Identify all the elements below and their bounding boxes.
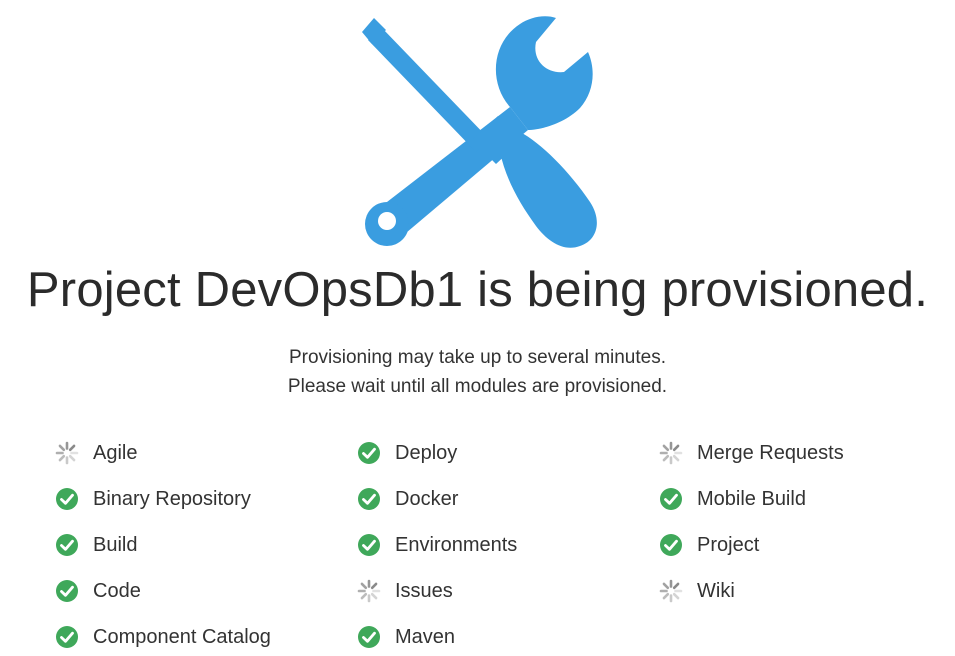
module-item: Agile <box>55 430 355 476</box>
module-label: Code <box>93 579 141 602</box>
subtitle-line-2: Please wait until all modules are provis… <box>287 376 668 397</box>
module-item: Docker <box>357 476 657 522</box>
module-label: Wiki <box>697 579 735 602</box>
check-circle-icon <box>357 487 381 511</box>
module-label: Component Catalog <box>93 625 271 648</box>
module-label: Mobile Build <box>697 487 806 510</box>
check-circle-icon <box>357 441 381 465</box>
module-label: Merge Requests <box>697 441 844 464</box>
module-item: Code <box>55 568 355 614</box>
check-circle-icon <box>55 625 79 649</box>
module-item: Binary Repository <box>55 476 355 522</box>
module-label: Maven <box>395 625 456 648</box>
module-column-2: Deploy Docker Environments Issues Maven <box>357 430 657 656</box>
module-column-1: Agile Binary Repository Build Code Component… <box>55 430 355 656</box>
check-circle-icon <box>659 533 683 557</box>
check-circle-icon <box>55 533 79 557</box>
module-item: Component Catalog <box>55 614 355 656</box>
spinner-icon <box>659 441 683 465</box>
spinner-icon <box>55 441 79 465</box>
module-label: Environments <box>395 533 518 556</box>
check-circle-icon <box>55 487 79 511</box>
module-item: Maven <box>357 614 657 656</box>
module-item: Wiki <box>659 568 955 614</box>
spinner-icon <box>357 579 381 603</box>
module-label: Issues <box>395 579 453 602</box>
module-column-3: Merge Requests Mobile Build Project Wiki <box>659 430 955 614</box>
spinner-icon <box>659 579 683 603</box>
module-item: Merge Requests <box>659 430 955 476</box>
module-item: Mobile Build <box>659 476 955 522</box>
module-label: Agile <box>93 441 138 464</box>
module-item: Deploy <box>357 430 657 476</box>
check-circle-icon <box>357 533 381 557</box>
module-label: Docker <box>395 487 459 510</box>
check-circle-icon <box>357 625 381 649</box>
module-label: Binary Repository <box>93 487 251 510</box>
check-circle-icon <box>55 579 79 603</box>
module-item: Project <box>659 522 955 568</box>
module-item: Environments <box>357 522 657 568</box>
tools-icon <box>360 12 612 250</box>
module-label: Build <box>93 533 138 556</box>
module-label: Project <box>697 533 760 556</box>
subtitle: Provisioning may take up to several minu… <box>0 343 955 401</box>
subtitle-line-1: Provisioning may take up to several minu… <box>288 347 666 368</box>
module-label: Deploy <box>395 441 458 464</box>
module-item: Build <box>55 522 355 568</box>
page-title: Project DevOpsDb1 is being provisioned. <box>26 263 929 317</box>
check-circle-icon <box>659 487 683 511</box>
module-item: Issues <box>357 568 657 614</box>
